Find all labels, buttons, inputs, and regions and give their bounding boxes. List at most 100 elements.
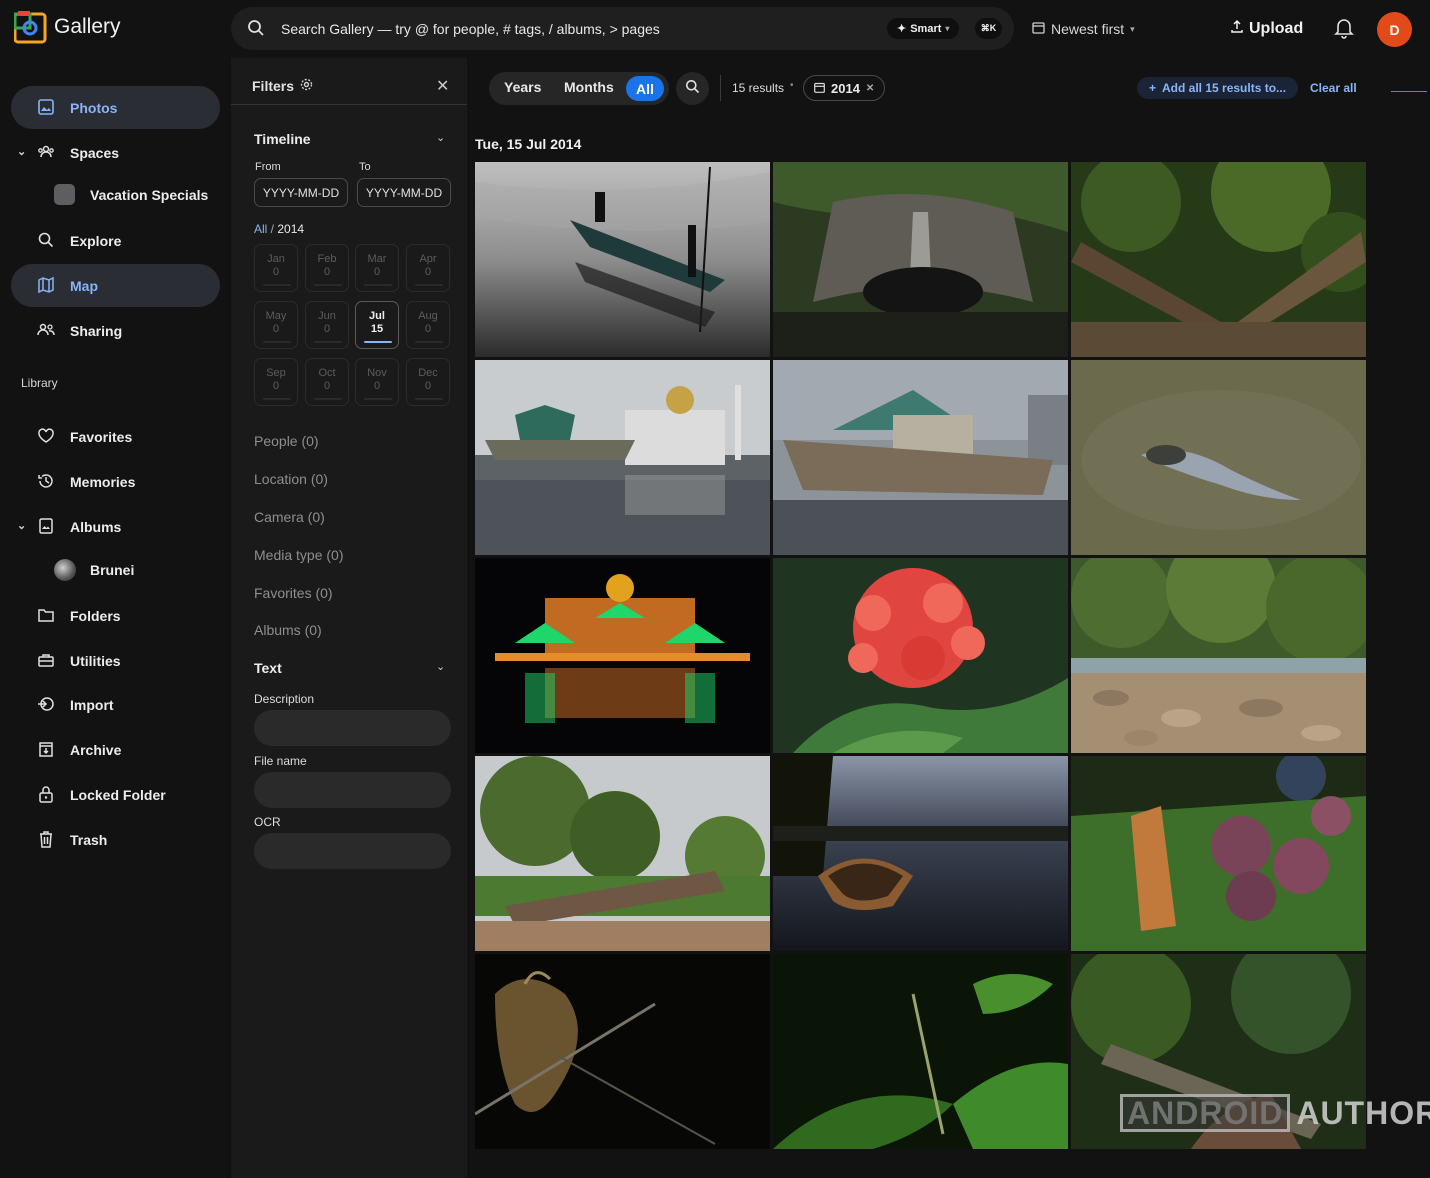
photo-rocky-river[interactable] [1071, 558, 1366, 753]
ocr-field[interactable] [254, 833, 451, 869]
tab-all[interactable]: All [626, 76, 664, 101]
photo-mosque-boat[interactable] [475, 360, 770, 555]
photo-waterfall-cave[interactable] [773, 162, 1068, 357]
photo-fallen-logs[interactable] [1071, 162, 1366, 357]
date-heading: Tue, 15 Jul 2014 [475, 136, 582, 152]
sidebar-item-utilities[interactable]: Utilities [11, 639, 220, 682]
month-bar [314, 398, 342, 400]
filter-media-type[interactable]: Media type (0) [254, 547, 343, 563]
sidebar-item-import[interactable]: Import [11, 683, 220, 726]
month-count: 0 [373, 266, 381, 278]
tab-years[interactable]: Years [504, 79, 541, 95]
photo-canoe-dusk-river[interactable] [773, 756, 1068, 951]
month-count: 0 [272, 380, 280, 392]
chevron-down-icon[interactable]: ⌄ [436, 131, 445, 144]
month-cell-jun[interactable]: Jun 0 [305, 301, 349, 349]
clear-all-link[interactable]: Clear all [1310, 81, 1357, 95]
month-cell-dec[interactable]: Dec 0 [406, 358, 450, 406]
gear-icon[interactable] [300, 78, 313, 94]
photo-mosque-night[interactable] [475, 558, 770, 753]
people-group-icon [37, 143, 55, 161]
upload-button[interactable]: Upload [1230, 19, 1303, 38]
sidebar-item-locked-folder[interactable]: Locked Folder [11, 773, 220, 816]
view-mode-toggle: Years Months All [489, 72, 669, 105]
photo-royal-barge[interactable] [773, 360, 1068, 555]
sidebar-item-favorites[interactable]: Favorites [11, 415, 220, 458]
text-section-title[interactable]: Text [254, 660, 282, 676]
month-bar [364, 398, 392, 400]
file-name-field[interactable] [254, 772, 451, 808]
sort-label: Newest first [1051, 21, 1125, 37]
month-name: Oct [318, 367, 336, 379]
chevron-down-icon[interactable]: ⌄ [17, 145, 26, 158]
month-cell-sep[interactable]: Sep 0 [254, 358, 298, 406]
month-cell-oct[interactable]: Oct 0 [305, 358, 349, 406]
calendar-icon [814, 81, 825, 96]
sidebar-item-map[interactable]: Map [11, 264, 220, 307]
sort-dropdown[interactable]: Newest first ▾ [1032, 21, 1135, 37]
filter-camera[interactable]: Camera (0) [254, 509, 325, 525]
month-cell-feb[interactable]: Feb 0 [305, 244, 349, 292]
search-bar[interactable]: Search Gallery — try @ for people, # tag… [231, 7, 1014, 50]
photo-red-ixora-flower[interactable] [773, 558, 1068, 753]
photo-boat-fishermen[interactable] [475, 162, 770, 357]
chevron-down-icon[interactable]: ⌄ [17, 519, 26, 532]
filter-albums[interactable]: Albums (0) [254, 622, 322, 638]
month-name: Jan [267, 253, 285, 265]
month-name: Apr [419, 253, 437, 265]
filter-search-button[interactable] [676, 72, 709, 105]
chevron-down-icon: ▾ [1130, 23, 1135, 34]
filter-favorites[interactable]: Favorites (0) [254, 585, 333, 601]
year-filter-chip[interactable]: 2014 ✕ [803, 75, 886, 101]
month-cell-mar[interactable]: Mar 0 [355, 244, 399, 292]
month-cell-nov[interactable]: Nov 0 [355, 358, 399, 406]
chevron-down-icon[interactable]: ⌄ [436, 660, 445, 673]
description-field[interactable] [254, 710, 451, 746]
month-name: Jul [369, 310, 385, 322]
from-date-input[interactable]: YYYY-MM-DD [254, 178, 348, 207]
breadcrumb-separator: / [267, 222, 278, 236]
photo-fallen-tree-riverbank[interactable] [475, 756, 770, 951]
app-logo[interactable]: Gallery [13, 10, 121, 44]
month-cell-may[interactable]: May 0 [254, 301, 298, 349]
month-cell-jul[interactable]: Jul 15 [355, 301, 399, 349]
archive-icon [37, 740, 55, 758]
tab-months[interactable]: Months [564, 79, 614, 95]
photo-stick-insect-leaves[interactable] [773, 954, 1068, 1149]
filter-people[interactable]: People (0) [254, 433, 319, 449]
sidebar-item-spaces[interactable]: ⌄ Spaces [11, 131, 220, 174]
sidebar-item-vacation-specials[interactable]: Vacation Specials [11, 173, 220, 216]
trash-icon [37, 830, 55, 848]
sidebar-item-albums[interactable]: ⌄ Albums [11, 505, 220, 548]
to-date-input[interactable]: YYYY-MM-DD [357, 178, 451, 207]
month-cell-jan[interactable]: Jan 0 [254, 244, 298, 292]
sidebar-item-trash[interactable]: Trash [11, 818, 220, 861]
photo-food-on-leaves[interactable] [1071, 756, 1366, 951]
month-count: 0 [424, 380, 432, 392]
breadcrumb-all-link[interactable]: All [254, 222, 267, 236]
filters-title: Filters [252, 78, 295, 94]
sidebar-item-folders[interactable]: Folders [11, 594, 220, 637]
notifications-bell-icon[interactable] [1334, 17, 1354, 44]
search-input[interactable]: Search Gallery — try @ for people, # tag… [281, 21, 660, 37]
sidebar-item-brunei[interactable]: Brunei [11, 548, 220, 591]
add-all-button[interactable]: + Add all 15 results to... [1137, 77, 1299, 99]
month-cell-apr[interactable]: Apr 0 [406, 244, 450, 292]
sidebar-item-archive[interactable]: Archive [11, 728, 220, 771]
photo-swimming-monitor-lizard[interactable] [1071, 360, 1366, 555]
close-icon[interactable]: ✕ [866, 83, 874, 94]
month-name: May [265, 310, 287, 322]
sidebar-item-memories[interactable]: Memories [11, 460, 220, 503]
sidebar-item-label: Locked Folder [70, 787, 166, 803]
month-bar [415, 398, 443, 400]
avatar[interactable]: D [1377, 12, 1412, 47]
sidebar-item-sharing[interactable]: Sharing [11, 309, 220, 352]
filter-location[interactable]: Location (0) [254, 471, 328, 487]
photo-dead-leaf-mantis[interactable] [475, 954, 770, 1149]
smart-search-toggle[interactable]: ✦ Smart ▾ [887, 18, 960, 39]
close-icon[interactable]: ✕ [436, 76, 449, 96]
sidebar-item-photos[interactable]: Photos [11, 86, 220, 129]
month-cell-aug[interactable]: Aug 0 [406, 301, 450, 349]
timeline-section-title[interactable]: Timeline [254, 131, 311, 147]
sidebar-item-explore[interactable]: Explore [11, 219, 220, 262]
